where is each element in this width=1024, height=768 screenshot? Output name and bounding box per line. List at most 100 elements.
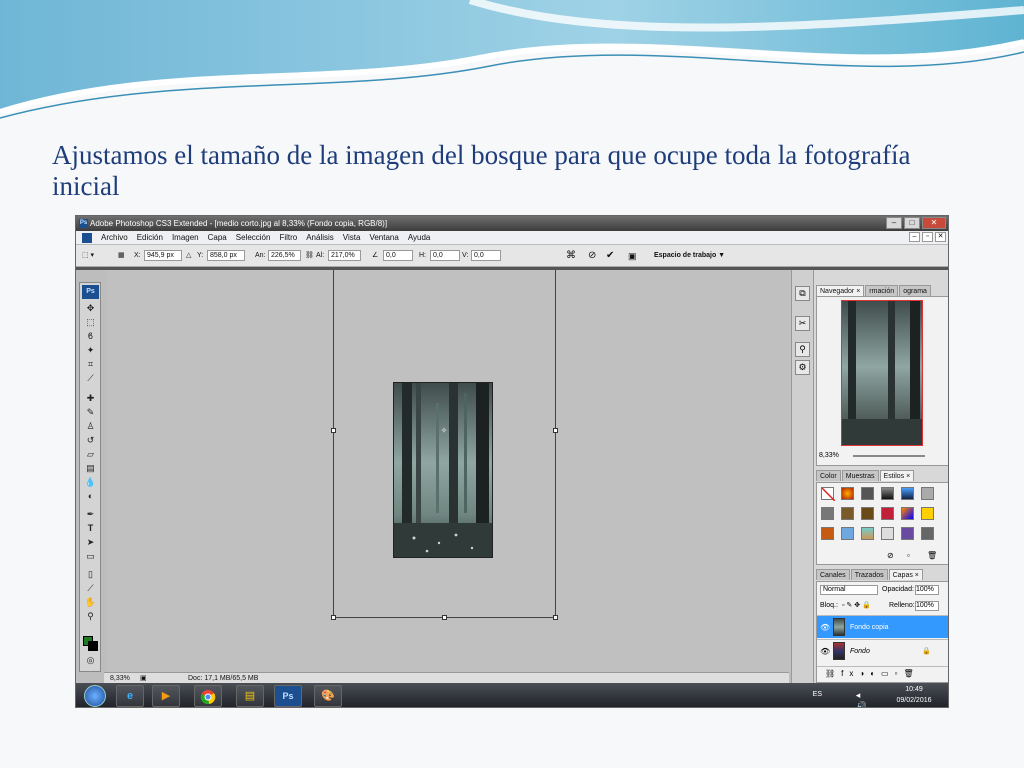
style-swatch[interactable] <box>861 527 874 540</box>
tray-icons[interactable]: ◂🔊📶⚑ <box>856 690 870 707</box>
background-color-swatch[interactable] <box>88 641 98 651</box>
eraser-tool-icon[interactable]: ▱ <box>84 449 97 460</box>
internet-explorer-icon[interactable]: e <box>116 685 144 707</box>
marquee-tool-icon[interactable]: ⬚ <box>84 317 97 328</box>
transform-handle-bottom[interactable] <box>442 615 447 620</box>
path-selection-tool-icon[interactable]: ➤ <box>84 537 97 548</box>
style-swatch[interactable] <box>841 487 854 500</box>
paint-icon[interactable]: 🎨 <box>314 685 342 707</box>
magic-wand-tool-icon[interactable]: ✦ <box>84 345 97 356</box>
menu-analisis[interactable]: Análisis <box>306 231 334 244</box>
style-swatch[interactable] <box>881 527 894 540</box>
style-swatch[interactable] <box>921 487 934 500</box>
tab-layers[interactable]: Capas × <box>888 569 923 580</box>
navigator-zoom-value[interactable]: 8,33% <box>819 452 839 459</box>
commit-transform-icon[interactable]: ✔ <box>606 250 614 262</box>
move-tool-icon[interactable]: ✥ <box>84 303 97 314</box>
slice-tool-icon[interactable]: ⟋ <box>84 373 97 384</box>
hand-tool-icon[interactable]: ✋ <box>84 597 97 608</box>
menu-seleccion[interactable]: Selección <box>236 231 271 244</box>
style-swatch[interactable] <box>901 507 914 520</box>
tool-presets-icon[interactable]: ✂ <box>795 316 810 331</box>
style-swatch[interactable] <box>901 527 914 540</box>
style-swatch[interactable] <box>841 507 854 520</box>
layer-row[interactable]: 👁 Fondo copia <box>817 615 948 638</box>
close-button[interactable]: ✕ <box>922 217 946 229</box>
workspace-dropdown[interactable]: Espacio de trabajo ▼ <box>654 250 725 262</box>
visibility-eye-icon[interactable]: 👁 <box>820 616 830 639</box>
reference-point-icon[interactable]: ▦ <box>118 250 125 262</box>
opacity-field[interactable]: 100% <box>915 585 939 595</box>
transform-handle-left[interactable] <box>331 428 336 433</box>
style-swatch[interactable] <box>821 507 834 520</box>
maximize-button[interactable]: □ <box>904 217 920 229</box>
menu-edicion[interactable]: Edición <box>137 231 163 244</box>
menu-vista[interactable]: Vista <box>343 231 361 244</box>
start-button[interactable] <box>84 685 106 707</box>
tab-channels[interactable]: Canales <box>816 569 850 580</box>
y-field[interactable]: 858,0 px <box>207 250 245 261</box>
tab-styles[interactable]: Estilos × <box>879 470 915 481</box>
lock-icons[interactable]: ▫ ✎ ✥ 🔒 <box>842 601 871 609</box>
tab-paths[interactable]: Trazados <box>850 569 888 580</box>
transform-handle-right[interactable] <box>553 428 558 433</box>
type-tool-icon[interactable]: T <box>84 523 97 534</box>
menu-ventana[interactable]: Ventana <box>369 231 398 244</box>
navigator-zoom-slider[interactable] <box>853 455 925 457</box>
tab-color[interactable]: Color <box>816 470 841 481</box>
clone-stamp-tool-icon[interactable]: ♙ <box>84 421 97 432</box>
brushes-icon[interactable]: ⚲ <box>795 342 810 357</box>
hskew-field[interactable]: 0,0 <box>430 250 460 261</box>
chrome-icon[interactable] <box>194 685 222 707</box>
layers-panel-footer-icons[interactable]: ⛓fx◑◐▭▫🗑 <box>817 666 948 680</box>
history-icon[interactable]: ⧉ <box>795 286 810 301</box>
clear-style-icon[interactable]: ⊘ <box>887 551 894 560</box>
tab-swatches[interactable]: Muestras <box>841 470 879 481</box>
style-swatch[interactable] <box>901 487 914 500</box>
eyedropper-tool-icon[interactable]: ⟋ <box>84 583 97 594</box>
vskew-field[interactable]: 0,0 <box>471 250 501 261</box>
pen-tool-icon[interactable]: ✒ <box>84 509 97 520</box>
dodge-tool-icon[interactable]: ◐ <box>84 491 97 502</box>
clock-time[interactable]: 10:49 <box>894 686 934 693</box>
fill-field[interactable]: 100% <box>915 601 939 611</box>
canvas-area[interactable]: ✧ <box>106 270 791 672</box>
tab-navigator[interactable]: Navegador × <box>816 285 865 296</box>
menu-archivo[interactable]: Archivo <box>101 231 128 244</box>
width-field[interactable]: 226,5% <box>268 250 301 261</box>
clock-date[interactable]: 09/02/2016 <box>890 697 938 704</box>
blur-tool-icon[interactable]: 💧 <box>84 477 97 488</box>
warp-icon[interactable]: ⌘ <box>566 250 576 262</box>
style-swatch[interactable] <box>861 487 874 500</box>
media-player-icon[interactable]: ▶ <box>152 685 180 707</box>
menu-capa[interactable]: Capa <box>208 231 227 244</box>
transform-handle-bottom-left[interactable] <box>331 615 336 620</box>
blend-mode-select[interactable]: Normal <box>820 585 878 595</box>
history-brush-tool-icon[interactable]: ↺ <box>84 435 97 446</box>
visibility-eye-icon[interactable]: 👁 <box>820 640 830 663</box>
transform-handle-bottom-right[interactable] <box>553 615 558 620</box>
crop-tool-icon[interactable]: ⌗ <box>84 359 97 370</box>
style-swatch[interactable] <box>841 527 854 540</box>
notes-tool-icon[interactable]: ▯ <box>84 569 97 580</box>
cancel-transform-icon[interactable]: ⊘ <box>588 250 596 262</box>
navigator-thumbnail[interactable] <box>841 300 923 446</box>
delete-style-icon[interactable]: 🗑 <box>927 551 937 560</box>
doc-restore-button[interactable]: ▫ <box>922 232 933 242</box>
style-swatch[interactable] <box>861 507 874 520</box>
minimize-button[interactable]: – <box>886 217 902 229</box>
style-swatch[interactable] <box>881 507 894 520</box>
lasso-tool-icon[interactable]: ϐ <box>84 331 97 342</box>
doc-minimize-button[interactable]: – <box>909 232 920 242</box>
menu-filtro[interactable]: Filtro <box>279 231 297 244</box>
healing-brush-tool-icon[interactable]: ✚ <box>84 393 97 404</box>
file-explorer-icon[interactable]: ▤ <box>236 685 264 707</box>
x-field[interactable]: 945,9 px <box>144 250 182 261</box>
doc-close-button[interactable]: ✕ <box>935 232 946 242</box>
tab-histogram[interactable]: ograma <box>899 285 931 296</box>
brush-tool-icon[interactable]: ✎ <box>84 407 97 418</box>
new-style-icon[interactable]: ▫ <box>907 551 910 560</box>
photoshop-taskbar-icon[interactable]: Ps <box>274 685 302 707</box>
menu-imagen[interactable]: Imagen <box>172 231 199 244</box>
layer-row[interactable]: 👁 Fondo 🔒 <box>817 639 948 662</box>
